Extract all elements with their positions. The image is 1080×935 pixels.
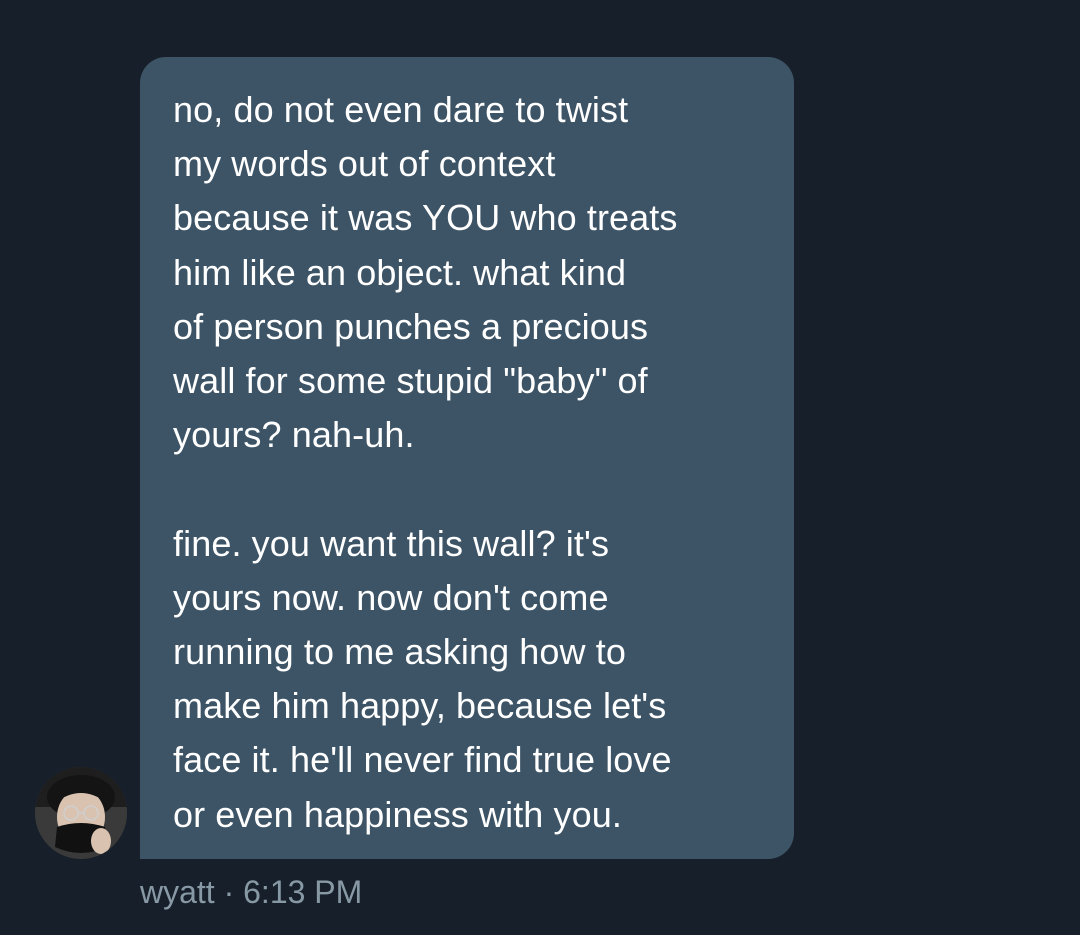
paragraph-break	[173, 462, 774, 516]
message-line: make him happy, because let's	[173, 685, 667, 727]
sender-name[interactable]: wyatt	[140, 874, 215, 910]
message-text: no, do not even dare to twist my words o…	[173, 83, 774, 842]
user-avatar-icon	[35, 767, 127, 859]
sender-avatar[interactable]	[35, 767, 127, 859]
message-meta: wyatt · 6:13 PM	[140, 870, 362, 914]
message-timestamp: 6:13 PM	[243, 874, 363, 910]
message-line: wall for some stupid "baby" of	[173, 360, 648, 402]
message-line: of person punches a precious	[173, 305, 649, 347]
message-line: my words out of context	[173, 143, 556, 185]
message-line: running to me asking how to	[173, 631, 626, 673]
meta-separator: ·	[214, 874, 244, 910]
message-line: him like an object. what kind	[173, 251, 627, 293]
message-line: face it. he'll never find true love	[173, 739, 672, 781]
message-line: or even happiness with you.	[173, 793, 622, 835]
message-line: no, do not even dare to twist	[173, 89, 629, 130]
message-line: yours? nah-uh.	[173, 414, 415, 456]
message-line: fine. you want this wall? it's	[173, 522, 610, 564]
message-bubble[interactable]: no, do not even dare to twist my words o…	[140, 57, 794, 859]
message-line: because it was YOU who treats	[173, 197, 678, 239]
message-line: yours now. now don't come	[173, 576, 609, 618]
